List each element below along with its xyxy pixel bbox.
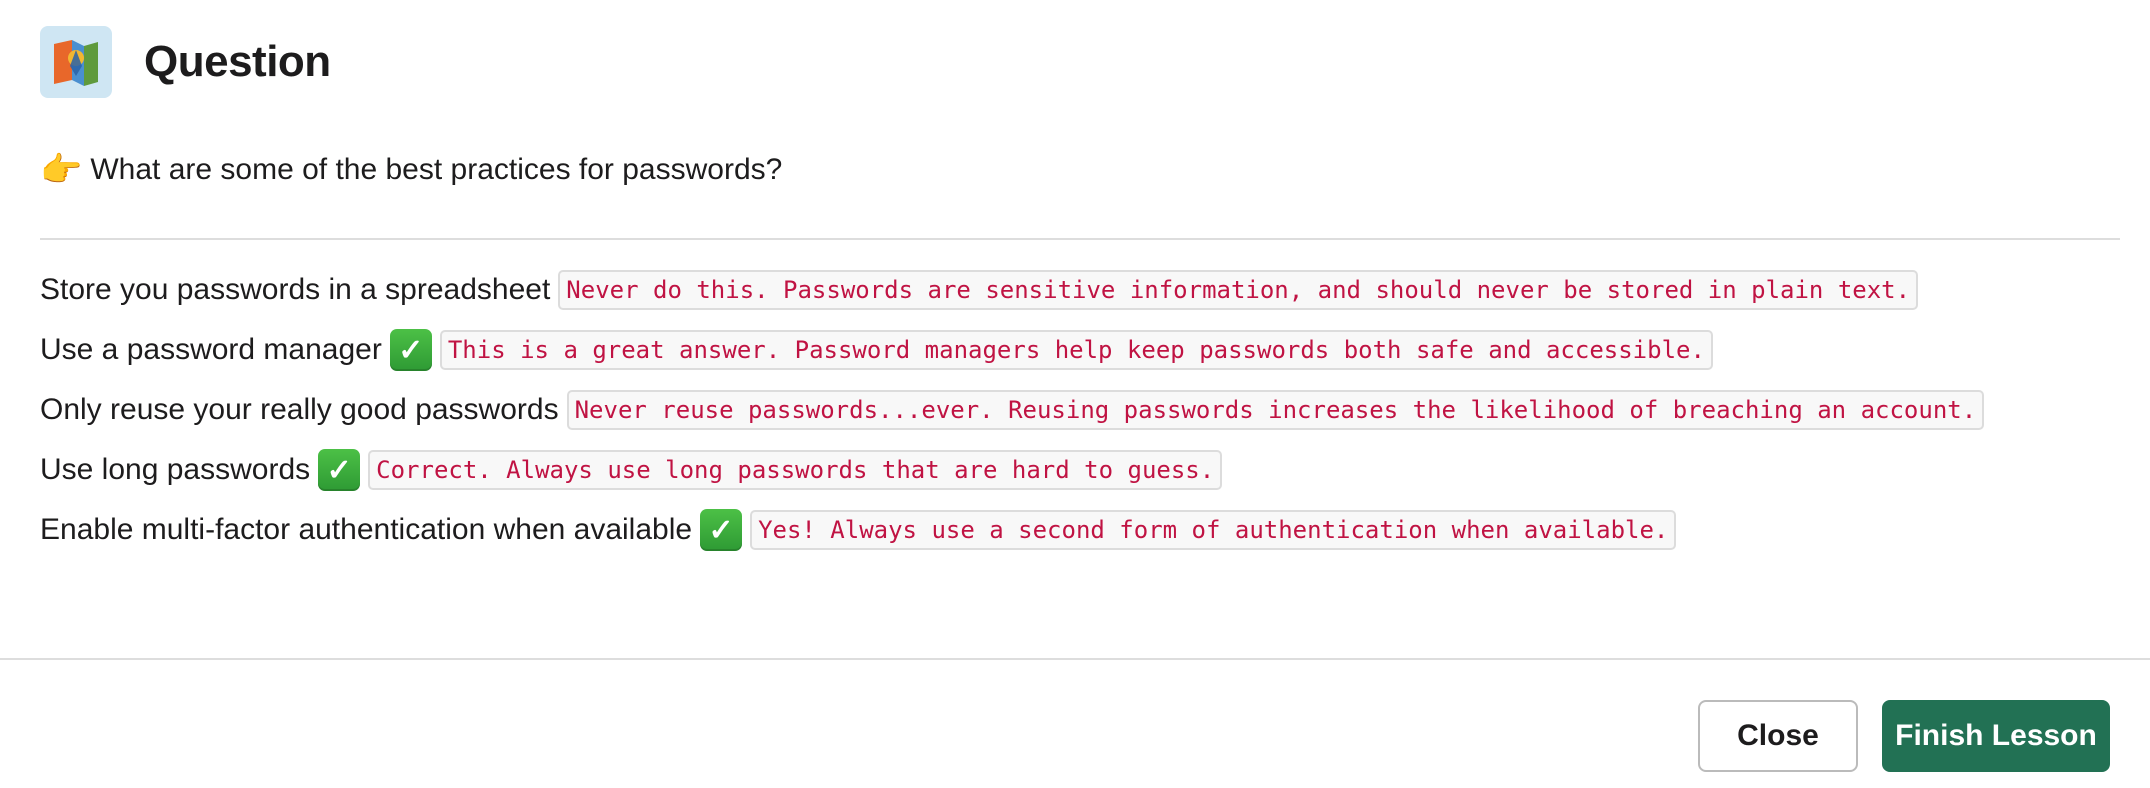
answer-text: Use long passwords bbox=[40, 453, 311, 486]
question-modal: Question 👉 What are some of the best pra… bbox=[0, 0, 2150, 788]
answer-text: Enable multi-factor authentication when … bbox=[40, 513, 693, 546]
answer-feedback: Never do this. Passwords are sensitive i… bbox=[558, 270, 1919, 310]
pointing-hand-icon: 👉 bbox=[40, 151, 83, 189]
answer-feedback: Yes! Always use a second form of authent… bbox=[750, 510, 1677, 550]
answer-list: Store you passwords in a spreadsheet Nev… bbox=[40, 266, 2120, 566]
finish-lesson-button[interactable]: Finish Lesson bbox=[1882, 700, 2110, 772]
checkmark-icon: ✓ bbox=[700, 509, 743, 551]
checkmark-icon: ✓ bbox=[318, 449, 361, 491]
answer-item: Store you passwords in a spreadsheet Nev… bbox=[40, 266, 2120, 314]
lesson-app-icon bbox=[40, 26, 112, 98]
answer-text: Use a password manager bbox=[40, 333, 382, 366]
question-text: What are some of the best practices for … bbox=[90, 153, 783, 186]
answer-item: Use long passwords ✓ Correct. Always use… bbox=[40, 446, 2120, 494]
modal-header: Question bbox=[40, 26, 331, 98]
answer-feedback: Correct. Always use long passwords that … bbox=[368, 450, 1223, 490]
modal-footer: Close Finish Lesson bbox=[1698, 700, 2110, 772]
close-button[interactable]: Close bbox=[1698, 700, 1858, 772]
question-prompt: 👉 What are some of the best practices fo… bbox=[40, 148, 782, 192]
divider bbox=[40, 238, 2120, 240]
answer-item: Enable multi-factor authentication when … bbox=[40, 506, 2120, 554]
footer-divider bbox=[0, 658, 2150, 660]
answer-item: Only reuse your really good passwords Ne… bbox=[40, 386, 2120, 434]
answer-text: Store you passwords in a spreadsheet bbox=[40, 273, 551, 306]
answer-feedback: This is a great answer. Password manager… bbox=[439, 330, 1713, 370]
answer-text: Only reuse your really good passwords bbox=[40, 393, 559, 426]
page-title: Question bbox=[144, 37, 331, 86]
checkmark-icon: ✓ bbox=[389, 329, 432, 371]
answer-item: Use a password manager ✓ This is a great… bbox=[40, 326, 2120, 374]
answer-feedback: Never reuse passwords...ever. Reusing pa… bbox=[566, 390, 1985, 430]
